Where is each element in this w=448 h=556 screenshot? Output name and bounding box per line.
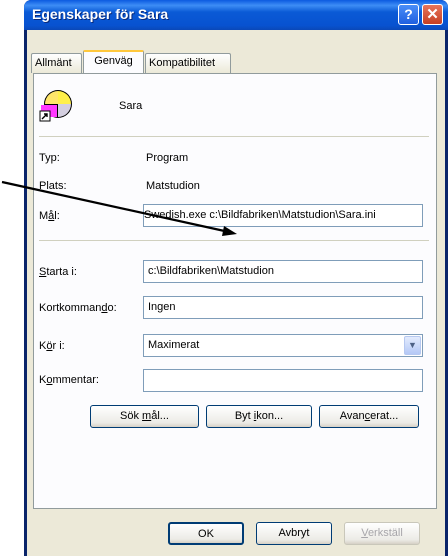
cancel-button[interactable]: Avbryt [256, 522, 332, 545]
shortcut-name: Sara [119, 100, 143, 112]
comment-label: Kommentar: [39, 374, 99, 386]
properties-window: Egenskaper för Sara ? ✕ Allmänt Genväg K… [24, 0, 448, 556]
run-label: Kör i: [39, 340, 65, 352]
app-icon [39, 90, 72, 122]
target-label: Mål: [39, 210, 60, 222]
dialog-client: Allmänt Genväg Kompatibilitet Sara Typ: … [27, 30, 445, 556]
question-icon: ? [404, 6, 413, 22]
title-bar[interactable]: Egenskaper för Sara ? ✕ [24, 0, 448, 30]
start-in-input[interactable]: c:\Bildfabriken\Matstudion [143, 260, 423, 283]
shortcut-key-label: Kortkommando: [39, 302, 117, 314]
close-icon: ✕ [426, 6, 439, 23]
shortcut-key-input[interactable]: Ingen [143, 296, 423, 319]
tab-compatibility[interactable]: Kompatibilitet [145, 53, 231, 73]
type-value: Program [146, 152, 189, 164]
advanced-button[interactable]: Avancerat... [319, 405, 419, 428]
type-label: Typ: [39, 152, 60, 164]
comment-input[interactable] [143, 369, 423, 392]
target-input[interactable]: Swedish.exe c:\Bildfabriken\Matstudion\S… [143, 204, 423, 227]
change-icon-button[interactable]: Byt ikon... [206, 405, 312, 428]
window-title: Egenskaper för Sara [32, 6, 169, 22]
tab-shortcut[interactable]: Genväg [83, 50, 144, 73]
location-value: Matstudion [146, 180, 200, 192]
location-label: Plats: [39, 180, 67, 192]
chevron-down-icon[interactable]: ▼ [404, 336, 421, 355]
run-select[interactable]: Maximerat ▼ [143, 334, 423, 357]
separator [39, 136, 429, 137]
ok-button[interactable]: OK [168, 522, 244, 545]
find-target-button[interactable]: Sök mål... [90, 405, 199, 428]
close-button[interactable]: ✕ [422, 4, 443, 25]
shortcut-panel [33, 73, 437, 509]
tab-general[interactable]: Allmänt [31, 53, 82, 73]
run-select-value: Maximerat [148, 339, 200, 351]
start-in-label: Starta i: [39, 266, 77, 278]
help-button[interactable]: ? [398, 4, 419, 25]
apply-button[interactable]: Verkställ [344, 522, 420, 545]
separator [39, 240, 429, 241]
